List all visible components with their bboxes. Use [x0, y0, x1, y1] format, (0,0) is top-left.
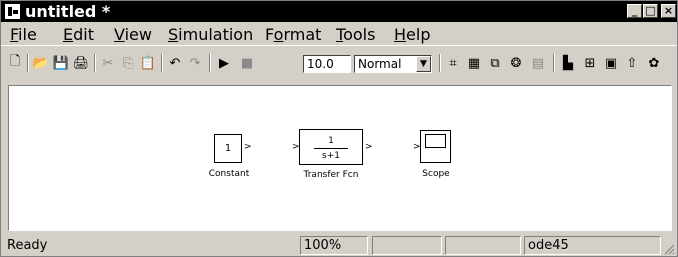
close-button[interactable]: × — [661, 4, 676, 18]
toolbar-separator — [439, 54, 441, 72]
menu-edit[interactable]: Edit — [63, 25, 94, 44]
constant-label: Constant — [208, 169, 250, 179]
model-browser-icon[interactable]: ▤ — [529, 55, 547, 71]
toggle-icon[interactable]: ✿ — [645, 55, 663, 71]
menu-simulation[interactable]: Simulation — [168, 25, 253, 44]
scope-block[interactable] — [420, 130, 451, 163]
new-model-icon[interactable]: 🗋 — [6, 54, 24, 71]
update-diagram-icon[interactable]: ▦ — [465, 55, 483, 71]
simulink-app-icon[interactable] — [5, 4, 20, 19]
model-canvas[interactable]: 1 > Constant > 1 s+1 > Transfer Fcn > Sc… — [8, 85, 672, 231]
title-bar[interactable]: untitled * _ □ × — [1, 1, 677, 22]
stop-time-input[interactable]: 10.0 — [303, 55, 351, 73]
constant-output-port[interactable]: > — [244, 142, 252, 152]
print-icon[interactable]: 🖨 — [72, 55, 90, 71]
redo-icon[interactable]: ↷ — [186, 55, 204, 71]
scope-label: Scope — [422, 169, 450, 179]
toolbar-separator — [553, 54, 555, 72]
status-panel-empty-2 — [445, 236, 521, 255]
fraction-bar — [314, 148, 348, 149]
menu-tools[interactable]: Tools — [336, 25, 375, 44]
transfer-fcn-label: Transfer Fcn — [303, 170, 359, 180]
menu-file[interactable]: File — [10, 25, 37, 44]
save-icon[interactable]: 💾 — [52, 55, 70, 71]
toolbar-separator — [209, 54, 211, 72]
open-icon[interactable]: 📂 — [32, 55, 50, 71]
status-zoom: 100% — [300, 236, 368, 255]
cut-icon[interactable]: ✂ — [99, 55, 117, 71]
undo-icon[interactable]: ↶ — [166, 55, 184, 71]
maximize-button[interactable]: □ — [643, 4, 658, 18]
transfer-fcn-output-port[interactable]: > — [365, 142, 373, 152]
constant-value: 1 — [224, 143, 232, 154]
build-icon[interactable]: ⌗ — [444, 55, 462, 71]
simulation-mode-select[interactable]: Normal ▼ — [354, 55, 432, 73]
transfer-fcn-block[interactable]: 1 s+1 — [299, 129, 363, 165]
constant-block[interactable]: 1 — [214, 134, 242, 163]
simulink-model-window: untitled * _ □ × File Edit View Simulati… — [0, 0, 678, 257]
chevron-down-icon[interactable]: ▼ — [416, 56, 431, 72]
toolbar-separator — [27, 54, 29, 72]
transfer-fcn-numerator: 1 — [328, 136, 334, 146]
status-bar: Ready 100% ode45 — [1, 233, 677, 256]
go-to-parent-icon[interactable]: ⇧ — [623, 55, 641, 71]
status-ready: Ready — [7, 238, 48, 253]
scope-screen-icon — [425, 134, 446, 148]
copy-icon[interactable]: ⎘ — [119, 55, 137, 71]
menu-view[interactable]: View — [114, 25, 152, 44]
toolbar-separator — [161, 54, 163, 72]
start-simulation-icon[interactable]: ▶ — [215, 55, 233, 71]
simulation-mode-value: Normal — [358, 57, 402, 71]
toolbar: 🗋 📂 💾 🖨 ✂ ⎘ 📋 ↶ ↷ ▶ ■ 10.0 Normal ▼ ⌗ ▦ … — [1, 45, 677, 80]
status-solver: ode45 — [524, 236, 661, 255]
window-title: untitled * — [25, 2, 111, 21]
toolbar-separator — [94, 54, 96, 72]
transfer-fcn-denominator: s+1 — [322, 151, 340, 161]
stop-simulation-icon[interactable]: ■ — [238, 55, 256, 71]
status-panel-empty-1 — [372, 236, 442, 255]
debugger-icon[interactable]: ▙ — [559, 55, 577, 71]
menu-help[interactable]: Help — [394, 25, 430, 44]
model-explorer-icon[interactable]: ⊞ — [581, 55, 599, 71]
paste-icon[interactable]: 📋 — [139, 55, 157, 71]
menu-bar: File Edit View Simulation Format Tools H… — [1, 23, 677, 45]
build-subsystem-icon[interactable]: ⧉ — [486, 55, 504, 71]
resize-grip-icon[interactable] — [663, 243, 675, 255]
library-browser-icon[interactable]: ❂ — [507, 55, 525, 71]
menu-format[interactable]: Format — [265, 25, 321, 44]
properties-icon[interactable]: ▣ — [602, 55, 620, 71]
minimize-button[interactable]: _ — [627, 4, 642, 18]
